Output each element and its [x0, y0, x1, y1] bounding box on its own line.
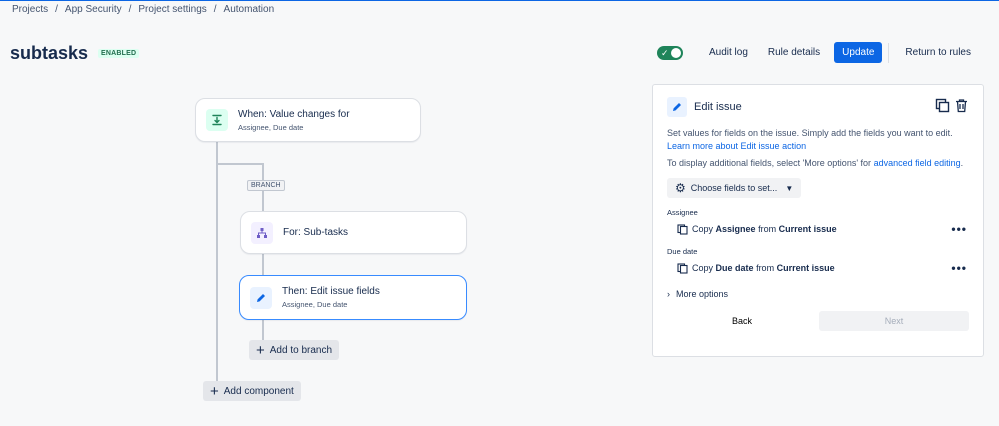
more-icon[interactable]: ••• [951, 222, 967, 236]
more-options-label: More options [676, 289, 729, 299]
panel-header: Edit issue [667, 96, 969, 118]
update-button[interactable]: Update [834, 42, 883, 63]
rule-details-button[interactable]: Rule details [761, 42, 827, 63]
add-component-label: Add component [223, 385, 294, 397]
choose-fields-dropdown[interactable]: ⚙ Choose fields to set... ▼ [667, 178, 802, 198]
copy-icon [677, 223, 688, 235]
add-component-button[interactable]: + Add component [203, 381, 301, 401]
panel-title: Edit issue [694, 101, 742, 113]
action-title: Then: Edit issue fields [282, 286, 380, 297]
edit-issue-panel: Edit issue Set values for fields on the … [652, 84, 984, 357]
edit-icon [250, 286, 272, 309]
back-button[interactable]: Back [667, 311, 817, 331]
add-to-branch-label: Add to branch [269, 344, 333, 356]
copy-prefix: Copy [692, 224, 714, 234]
from-word: from [758, 224, 777, 234]
source-name: Current issue [776, 263, 835, 273]
branch-title: For: Sub-tasks [283, 227, 349, 238]
trigger-node[interactable]: When: Value changes for Assignee, Due da… [195, 98, 421, 142]
status-badge: ENABLED [98, 49, 140, 58]
action-node[interactable]: Then: Edit issue fields Assignee, Due da… [239, 275, 467, 320]
field-name: Assignee [715, 224, 756, 234]
return-to-rules-button[interactable]: Return to rules [898, 42, 978, 63]
branch-node[interactable]: For: Sub-tasks [240, 211, 467, 254]
branch-label: BRANCH [247, 180, 285, 191]
audit-log-button[interactable]: Audit log [702, 42, 755, 63]
page-title: subtasks [10, 43, 89, 63]
breadcrumb-projects[interactable]: Projects [12, 4, 48, 15]
field-assignee-text: Copy Assignee from Current issue [692, 224, 951, 234]
title-row: subtasks ENABLED [10, 43, 140, 64]
delete-icon[interactable] [954, 98, 969, 116]
extra-prefix: To display additional fields, select 'Mo… [667, 158, 872, 168]
next-button[interactable]: Next [819, 311, 969, 331]
panel-actions [935, 98, 969, 116]
hierarchy-icon [251, 221, 273, 244]
connector-line [216, 163, 263, 165]
source-name: Current issue [778, 224, 837, 234]
breadcrumb-separator: / [128, 4, 132, 15]
trigger-text: When: Value changes for Assignee, Due da… [238, 109, 350, 132]
choose-fields-label: Choose fields to set... [690, 183, 778, 193]
advanced-field-editing-link[interactable]: advanced field editing [874, 158, 961, 168]
toolbar-divider [888, 42, 890, 63]
check-icon: ✓ [660, 47, 669, 58]
breadcrumb-separator: / [55, 4, 58, 15]
description-text: Set values for fields on the issue. Simp… [667, 128, 953, 138]
field-change-icon [206, 109, 228, 131]
edit-icon [667, 97, 687, 117]
field-name: Due date [715, 263, 754, 273]
breadcrumb-separator: / [213, 4, 217, 15]
connector-line [216, 142, 218, 382]
breadcrumb-app-security[interactable]: App Security [65, 4, 122, 15]
toggle-knob [670, 47, 681, 58]
more-icon[interactable]: ••• [951, 261, 967, 275]
panel-description: Set values for fields on the issue. Simp… [667, 127, 969, 153]
chevron-down-icon: ▼ [785, 183, 794, 193]
gear-icon: ⚙ [675, 181, 686, 195]
add-to-branch-button[interactable]: + Add to branch [249, 340, 340, 360]
trigger-title: When: Value changes for [238, 108, 350, 120]
rule-enabled-toggle[interactable]: ✓ [656, 45, 683, 60]
field-row-due-date[interactable]: Copy Due date from Current issue ••• [667, 260, 969, 276]
chevron-right-icon: › [667, 289, 670, 299]
duplicate-icon[interactable] [935, 98, 950, 116]
toolbar: ✓ Audit log Rule details Update Return t… [656, 42, 981, 63]
more-options-toggle[interactable]: › More options [667, 289, 969, 299]
trigger-subtitle: Assignee, Due date [238, 122, 304, 132]
action-subtitle: Assignee, Due date [282, 300, 348, 309]
breadcrumb: Projects / App Security / Project settin… [12, 4, 274, 15]
breadcrumb-automation[interactable]: Automation [224, 4, 275, 15]
from-word: from [756, 263, 775, 273]
panel-extra-description: To display additional fields, select 'Mo… [667, 158, 969, 168]
breadcrumb-project-settings[interactable]: Project settings [138, 4, 206, 15]
plus-icon: + [256, 341, 265, 359]
copy-prefix: Copy [692, 263, 714, 273]
copy-icon [677, 262, 688, 274]
panel-footer: Back Next [667, 311, 969, 331]
extra-suffix: . [960, 158, 964, 168]
learn-more-link[interactable]: Learn more about Edit issue action [667, 141, 806, 151]
field-label-assignee: Assignee [667, 208, 698, 217]
field-label-due-date: Due date [667, 247, 698, 256]
field-due-date-text: Copy Due date from Current issue [692, 263, 951, 273]
action-text: Then: Edit issue fields Assignee, Due da… [282, 286, 380, 309]
plus-icon: + [210, 382, 219, 400]
field-row-assignee[interactable]: Copy Assignee from Current issue ••• [667, 221, 969, 237]
